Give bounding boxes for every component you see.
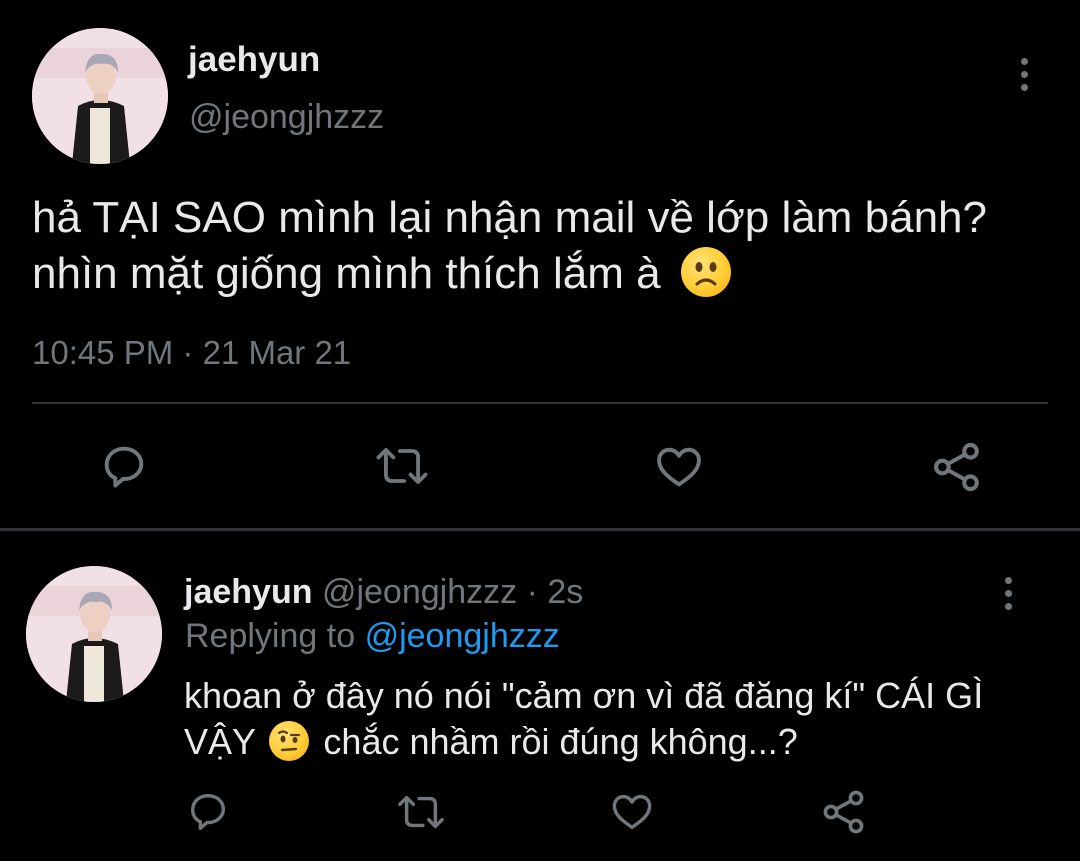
reply-text-line-2: VẬY chắc nhầm rồi đúng không...? <box>184 719 1064 765</box>
tweet-text-line-1: hả TẠI SAO mình lại nhận mail về lớp làm… <box>32 193 987 242</box>
reply-reply-icon[interactable] <box>185 788 231 834</box>
like-icon[interactable] <box>652 440 706 492</box>
divider <box>32 402 1048 404</box>
tweet-text: hả TẠI SAO mình lại nhận mail về lớp làm… <box>32 190 1072 302</box>
more-options-icon[interactable] <box>1014 58 1034 97</box>
reply-text-line-2b: chắc nhầm rồi đúng không...? <box>323 721 798 762</box>
tweet-text-line-2-text: nhìn mặt giống mình thích lắm à <box>32 249 661 298</box>
reply-like-icon[interactable] <box>608 788 656 834</box>
reply-share-icon[interactable] <box>820 788 868 836</box>
replying-to-handle[interactable]: @jeongjhzzz <box>365 617 560 655</box>
handle[interactable]: @jeongjhzzz <box>189 98 384 137</box>
section-separator <box>0 528 1080 531</box>
display-name[interactable]: jaehyun <box>188 40 320 80</box>
reply-avatar[interactable] <box>26 566 162 702</box>
reply-display-name[interactable]: jaehyun <box>184 573 312 611</box>
reply-text-line-1: khoan ở đây nó nói "cảm ơn vì đã đăng kí… <box>184 675 984 716</box>
avatar[interactable] <box>32 28 168 164</box>
raised-eyebrow-face-icon <box>269 721 310 762</box>
reply-time[interactable]: · 2s <box>527 573 584 611</box>
reply-text-line-2a: VẬY <box>184 721 256 762</box>
reply-header: jaehyun @jeongjhzzz · 2s <box>184 573 583 612</box>
tweet-text-line-2: nhìn mặt giống mình thích lắm à <box>32 246 1072 302</box>
share-icon[interactable] <box>930 440 984 494</box>
reply-more-options-icon[interactable] <box>998 577 1018 616</box>
retweet-icon[interactable] <box>372 440 432 492</box>
frowning-face-icon <box>680 247 731 298</box>
replying-to: Replying to @jeongjhzzz <box>185 617 560 656</box>
reply-handle[interactable]: @jeongjhzzz <box>322 573 517 611</box>
reply-text: khoan ở đây nó nói "cảm ơn vì đã đăng kí… <box>184 673 1064 765</box>
reply-retweet-icon[interactable] <box>394 789 448 835</box>
reply-icon[interactable] <box>98 440 150 492</box>
tweet-timestamp[interactable]: 10:45 PM · 21 Mar 21 <box>32 334 351 372</box>
replying-to-label: Replying to <box>185 617 356 655</box>
